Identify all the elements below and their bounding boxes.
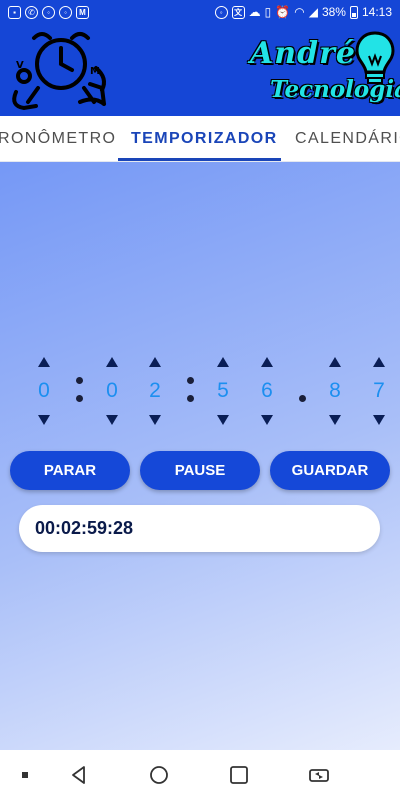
increment-arrow-icon[interactable] [38, 357, 50, 367]
colon-separator [187, 373, 195, 409]
minute-units-picker: 5 [211, 357, 235, 425]
fraction-digit: 7 [373, 379, 385, 402]
signal-icon: ◢ [308, 5, 318, 19]
increment-arrow-icon[interactable] [149, 357, 161, 367]
minute-tens-digit: 2 [149, 379, 161, 402]
save-button[interactable]: GUARDAR [270, 451, 390, 490]
back-icon[interactable] [68, 764, 90, 786]
saved-time-display: 00:02:59:28 [19, 505, 380, 552]
svg-text:M: M [90, 66, 100, 77]
hour-units-picker: 0 [100, 357, 124, 425]
instagram-icon: ◦ [42, 5, 55, 19]
brand: André Tecnologias [244, 30, 400, 114]
svg-text:V: V [16, 60, 24, 71]
brand-name: André [250, 36, 356, 71]
wifi-icon: ◠ [294, 5, 305, 19]
minute-tens-picker: 2 [143, 357, 167, 425]
decrement-arrow-icon[interactable] [106, 415, 118, 425]
menu-dot-icon[interactable] [14, 764, 36, 786]
app-logo: V M [12, 32, 106, 111]
decrement-arrow-icon[interactable] [217, 415, 229, 425]
timer-panel: 0 0 2 5 6 8 7 PARAR PAUSE GUARDAR 00:02:… [0, 162, 400, 750]
second-units-digit: 8 [329, 379, 341, 402]
navigation-bar [0, 750, 400, 800]
increment-arrow-icon[interactable] [217, 357, 229, 367]
fraction-picker: 7 [367, 357, 391, 425]
system-icons: ◦ 文 ☁ ▯ ⏰ ◠ ◢ 38% 14:13 [214, 5, 392, 19]
hour-units-digit: 0 [106, 379, 118, 402]
recents-icon[interactable] [228, 764, 250, 786]
decrement-arrow-icon[interactable] [261, 415, 273, 425]
decrement-arrow-icon[interactable] [373, 415, 385, 425]
status-bar: ▪ ✆ ◦ ◦ M ◦ 文 ☁ ▯ ⏰ ◠ ◢ 38% 14:13 [0, 0, 400, 24]
gmail-icon: M [76, 5, 89, 19]
data-saver-icon: ☁ [248, 5, 261, 19]
active-tab-indicator [118, 158, 281, 161]
rotate-icon[interactable] [308, 764, 330, 786]
battery-icon [349, 5, 358, 19]
instagram-icon: ◦ [214, 5, 228, 19]
tab-calendar[interactable]: CALENDÁRIO [295, 116, 400, 161]
increment-arrow-icon[interactable] [329, 357, 341, 367]
home-icon[interactable] [148, 764, 170, 786]
decrement-arrow-icon[interactable] [329, 415, 341, 425]
second-tens-picker: 6 [255, 357, 279, 425]
pause-button[interactable]: PAUSE [140, 451, 260, 490]
increment-arrow-icon[interactable] [261, 357, 273, 367]
vibrate-icon: ▯ [264, 5, 272, 19]
increment-arrow-icon[interactable] [373, 357, 385, 367]
hour-tens-picker: 0 [32, 357, 56, 425]
second-tens-digit: 6 [261, 379, 273, 402]
minute-units-digit: 5 [217, 379, 229, 402]
lightbulb-icon [355, 31, 395, 84]
alarm-icon: ⏰ [275, 5, 291, 19]
gallery-icon: ▪ [8, 5, 21, 19]
tab-bar: RONÔMETRO TEMPORIZADOR CALENDÁRIO [0, 116, 400, 162]
tab-timer[interactable]: TEMPORIZADOR [131, 116, 278, 161]
hour-tens-digit: 0 [38, 379, 50, 402]
battery-text: 38% [321, 5, 346, 19]
instagram-icon: ◦ [59, 5, 72, 19]
increment-arrow-icon[interactable] [106, 357, 118, 367]
decrement-arrow-icon[interactable] [149, 415, 161, 425]
stop-button[interactable]: PARAR [10, 451, 130, 490]
decrement-arrow-icon[interactable] [38, 415, 50, 425]
clock: 14:13 [361, 5, 392, 19]
app-header: V M André Tecnologias [0, 24, 400, 116]
colon-separator [76, 373, 84, 409]
tab-stopwatch[interactable]: RONÔMETRO [0, 116, 116, 161]
period-separator [299, 395, 306, 402]
second-units-picker: 8 [323, 357, 347, 425]
notification-icons: ▪ ✆ ◦ ◦ M [8, 5, 89, 19]
whatsapp-icon: ✆ [25, 5, 38, 19]
translate-icon: 文 [231, 5, 245, 19]
